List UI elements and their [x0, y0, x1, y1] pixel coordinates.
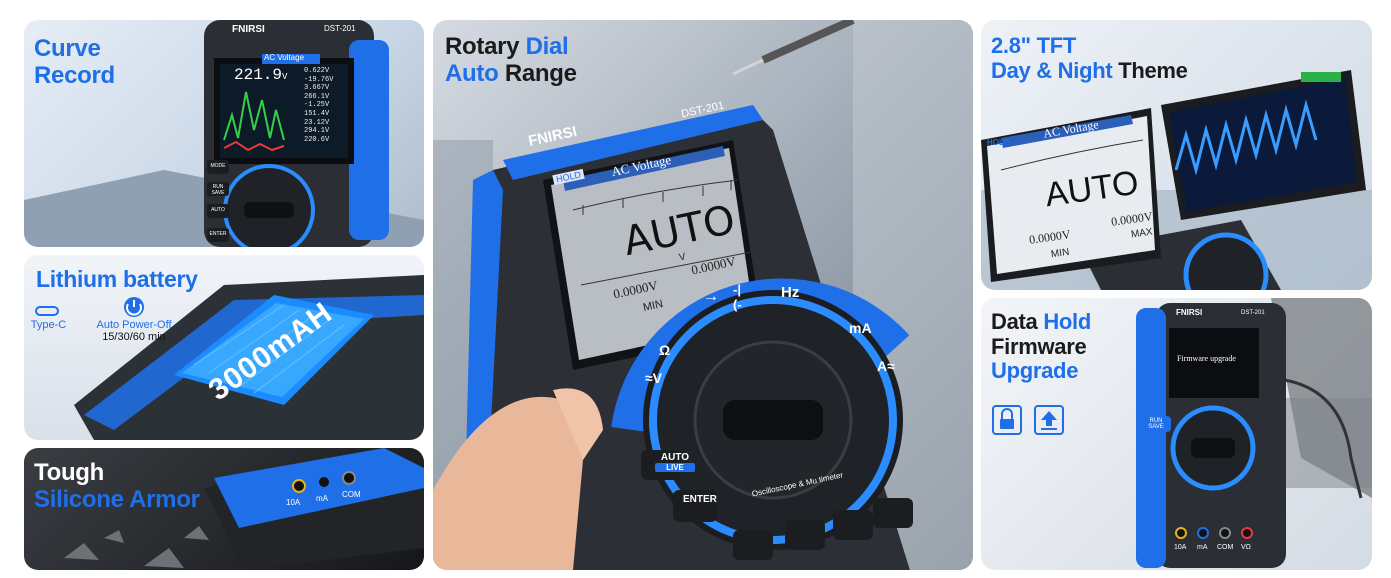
jack-com: COM [342, 490, 361, 499]
range-word: Range [504, 59, 577, 87]
mode-button[interactable]: MODE [208, 163, 228, 169]
auto-label: AUTO [660, 452, 690, 463]
rotary-panel: Rotary Dial Auto Range FNIRSI DST-201 HO… [433, 20, 973, 570]
curve-record-panel: Curve Record FNIRSI DST-201 AC Voltage 2… [24, 20, 424, 247]
auto-live-button[interactable]: AUTO LIVE [655, 452, 695, 472]
theme-panel: 2.8" TFT Day & Night Theme HOLD AC Volta… [981, 20, 1372, 290]
power-off-label: Auto Power-Off [96, 319, 172, 331]
firmware-model: DST-201 [1241, 310, 1265, 316]
lock-icon [992, 405, 1022, 435]
firmware-jack-vohm: VΩ [1241, 544, 1251, 551]
firmware-word: Firmware [991, 333, 1087, 359]
reading-row: 151.4V [304, 109, 330, 118]
main-reading: 221.9V [234, 66, 287, 84]
dial-word: Dial [525, 33, 569, 60]
power-off-times: 15/30/60 min [102, 331, 166, 343]
rotary-word: Rotary [445, 33, 520, 60]
jack-10a: 10A [286, 498, 301, 507]
day-night-word: Day & Night [991, 57, 1113, 83]
battery-title: Lithium battery [36, 266, 198, 292]
function-key[interactable]: → [703, 288, 719, 306]
auto-word: Auto [445, 59, 499, 87]
typec-icon [35, 306, 59, 316]
armor-panel: Tough Silicone Armor 10A mA COM [24, 448, 424, 570]
main-unit: V [282, 72, 288, 82]
upgrade-word: Upgrade [991, 358, 1079, 384]
reading-row: 0.622V [304, 67, 330, 75]
model-label: DST-201 [324, 24, 356, 33]
reading-row: 23.12V [304, 118, 330, 127]
data-word: Data [991, 309, 1038, 334]
typec-label: Type-C [30, 319, 67, 331]
record-title: Record [34, 61, 115, 89]
battery-panel: Lithium battery Type-C Auto Power-Off 15… [24, 255, 424, 440]
curve-title: Curve [34, 35, 101, 62]
enter-button[interactable]: ENTER [208, 231, 228, 237]
firmware-brand: FNIRSI [1176, 308, 1203, 317]
main-value: 221.9 [234, 66, 283, 84]
hold-word: Hold [1043, 309, 1091, 334]
enter-button-large[interactable]: ENTER [683, 494, 717, 505]
run-save-button[interactable]: RUN SAVE [208, 184, 228, 196]
firmware-jack-ma: mA [1197, 544, 1208, 551]
upgrade-screen-text: Firmware upgrade [1177, 354, 1236, 363]
reading-row: -19.76V [304, 75, 334, 84]
reading-row: 266.1V [304, 92, 330, 101]
function-key[interactable]: mA [849, 320, 872, 336]
jack-ma: mA [316, 494, 328, 503]
live-label: LIVE [655, 463, 695, 472]
firmware-panel: Data Hold Firmware Upgrade FNIRSI DST-20… [981, 298, 1372, 570]
reading-row: -1.25V [304, 101, 330, 110]
tough-title: Tough [34, 459, 105, 486]
firmware-jack-com: COM [1217, 544, 1234, 551]
tft-title: 2.8" TFT [991, 33, 1077, 58]
silicone-armor-title: Silicone Armor [34, 485, 200, 513]
screen-mode: AC Voltage [264, 53, 305, 62]
day-hold-badge: HOLD [987, 138, 1010, 147]
firmware-run-save[interactable]: RUN SAVE [1141, 418, 1171, 430]
function-key[interactable]: Ω [659, 342, 670, 358]
auto-button[interactable]: AUTO [208, 207, 228, 213]
function-key[interactable]: ≈V [645, 370, 662, 386]
function-key[interactable]: Hz [781, 284, 799, 301]
brand-logo: FNIRSI [232, 24, 265, 35]
theme-word: Theme [1118, 57, 1188, 83]
reading-row: 294.1V [304, 127, 330, 136]
upload-icon [1034, 405, 1064, 435]
reading-row: 220.6V [304, 135, 330, 144]
reading-row: 3.667V [304, 84, 330, 93]
function-key[interactable]: -|(- [733, 282, 742, 312]
function-key[interactable]: A≈ [877, 358, 895, 374]
firmware-jack-10a: 10A [1174, 544, 1187, 551]
readings-list: 0.622V -19.76V 3.667V 266.1V -1.25V 151.… [304, 67, 333, 144]
